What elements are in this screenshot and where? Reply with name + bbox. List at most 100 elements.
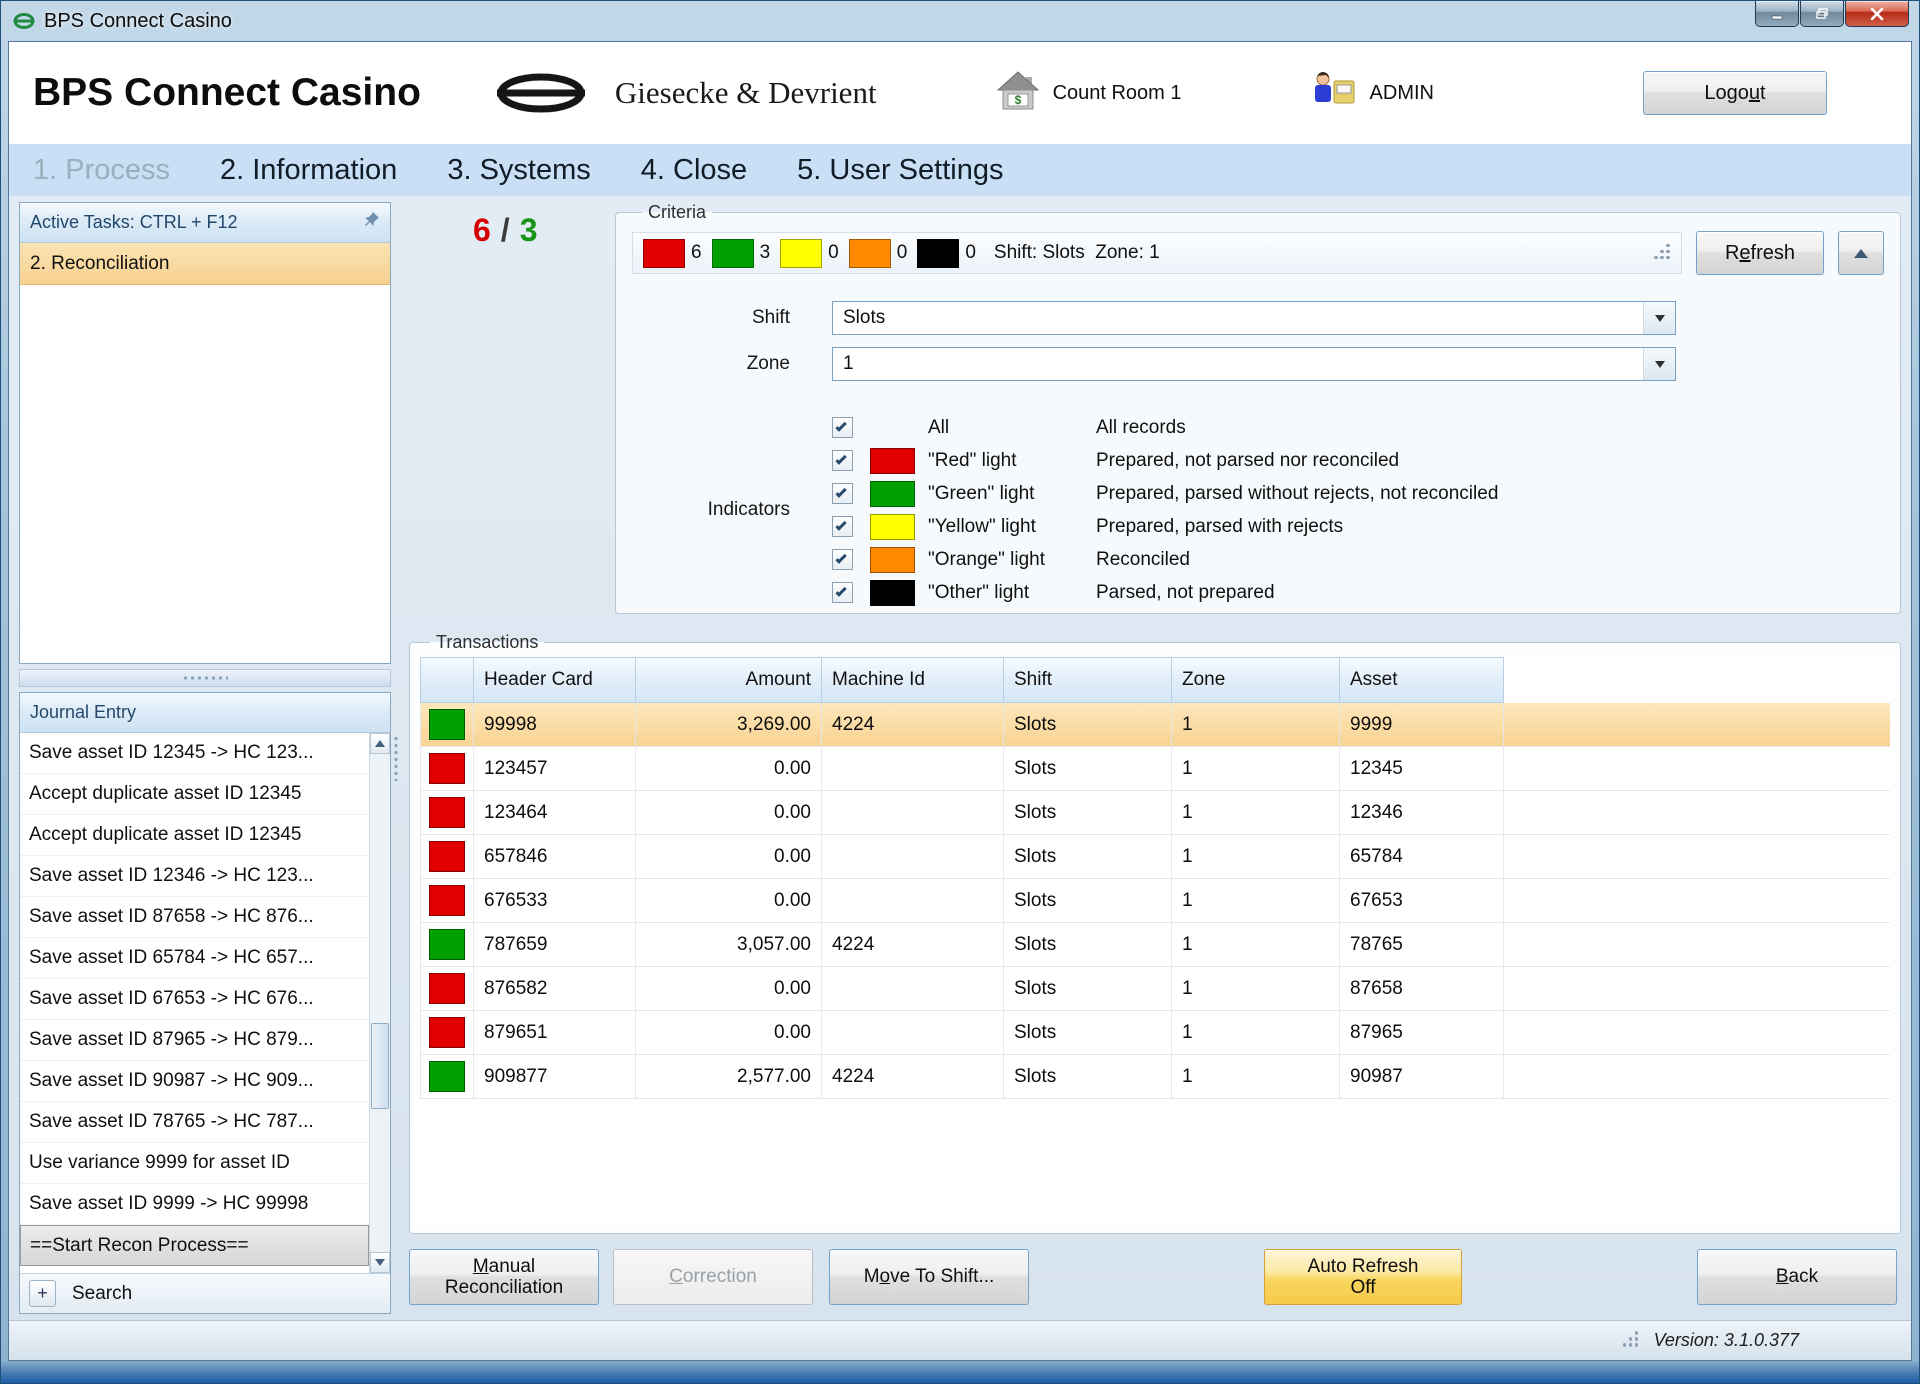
move-to-shift-button[interactable]: Move To Shift...	[829, 1249, 1029, 1305]
cell-shift: Slots	[1004, 835, 1172, 878]
cell-machine-id	[822, 791, 1004, 834]
orange-light-chip	[870, 547, 915, 573]
status-summary-bar: 6 3 0 0 0 Shift: Slots Zone: 1	[632, 232, 1682, 274]
zone-select[interactable]: 1	[832, 347, 1676, 381]
indicator-name: "Red" light	[928, 450, 1096, 472]
transaction-row[interactable]: 123464 0.00 Slots 1 12346	[420, 791, 1890, 835]
col-header-card[interactable]: Header Card	[474, 657, 636, 703]
cell-asset: 87965	[1340, 1011, 1504, 1054]
journal-list: Save asset ID 12345 -> HC 123... Accept …	[20, 733, 390, 1273]
col-light[interactable]	[420, 657, 474, 703]
nav-item-close[interactable]: 4. Close	[641, 154, 747, 187]
active-tasks-list[interactable]	[20, 285, 390, 663]
col-asset[interactable]: Asset	[1340, 657, 1504, 703]
journal-entry-item-selected[interactable]: ==Start Recon Process==	[20, 1225, 369, 1266]
transaction-row-selected[interactable]: 99998 3,269.00 4224 Slots 1 9999	[420, 703, 1890, 747]
transaction-row[interactable]: 909877 2,577.00 4224 Slots 1 90987	[420, 1055, 1890, 1099]
green-light-checkbox[interactable]	[832, 483, 853, 504]
journal-entry-item[interactable]: Save asset ID 87658 -> HC 876...	[20, 897, 369, 938]
search-label[interactable]: Search	[72, 1283, 132, 1305]
orange-light-checkbox[interactable]	[832, 549, 853, 570]
indicator-description: Prepared, parsed without rejects, not re…	[1096, 483, 1498, 505]
journal-entry-item[interactable]: Save asset ID 12346 -> HC 123...	[20, 856, 369, 897]
journal-entry-item[interactable]: Use variance 9999 for asset ID	[20, 1143, 369, 1184]
nav-item-systems[interactable]: 3. Systems	[447, 154, 590, 187]
journal-expand-button[interactable]: +	[29, 1280, 56, 1307]
journal-entry-item[interactable]: Save asset ID 12345 -> HC 123...	[20, 733, 369, 774]
journal-entry-item[interactable]: Accept duplicate asset ID 12345	[20, 815, 369, 856]
restore-button[interactable]	[1800, 1, 1844, 27]
check-icon	[835, 486, 846, 497]
transaction-row[interactable]: 879651 0.00 Slots 1 87965	[420, 1011, 1890, 1055]
journal-scrollbar[interactable]	[369, 733, 390, 1273]
transaction-row[interactable]: 787659 3,057.00 4224 Slots 1 78765	[420, 923, 1890, 967]
red-light-checkbox[interactable]	[832, 450, 853, 471]
indicator-name: "Orange" light	[928, 549, 1096, 571]
auto-refresh-button[interactable]: Auto Refresh Off	[1264, 1249, 1462, 1305]
nav-item-process[interactable]: 1. Process	[33, 154, 170, 187]
journal-entry-item[interactable]: Save asset ID 87965 -> HC 879...	[20, 1020, 369, 1061]
green-light-chip	[870, 481, 915, 507]
cell-asset: 90987	[1340, 1055, 1504, 1098]
col-amount[interactable]: Amount	[636, 657, 822, 703]
journal-entry-item[interactable]: Save asset ID 9999 -> HC 99998	[20, 1184, 369, 1225]
scrollbar-thumb[interactable]	[371, 1023, 389, 1109]
journal-entry-item[interactable]: Save asset ID 65784 -> HC 657...	[20, 938, 369, 979]
journal-entry-item[interactable]: Save asset ID 90987 -> HC 909...	[20, 1061, 369, 1102]
transaction-row[interactable]: 876582 0.00 Slots 1 87658	[420, 967, 1890, 1011]
logout-button[interactable]: Logout	[1643, 71, 1827, 115]
journal-header: Journal Entry	[20, 693, 390, 733]
task-item-reconciliation[interactable]: 2. Reconciliation	[20, 243, 390, 285]
cell-zone: 1	[1172, 879, 1340, 922]
record-counts: 6 / 3	[409, 202, 615, 249]
arrow-up-icon	[375, 740, 385, 747]
transaction-row[interactable]: 123457 0.00 Slots 1 12345	[420, 747, 1890, 791]
nav-item-information[interactable]: 2. Information	[220, 154, 397, 187]
arrow-down-icon	[375, 1259, 385, 1266]
col-zone[interactable]: Zone	[1172, 657, 1340, 703]
correction-button[interactable]: Correction	[613, 1249, 813, 1305]
other-light-chip	[870, 580, 915, 606]
yellow-light-checkbox[interactable]	[832, 516, 853, 537]
sidebar-splitter[interactable]	[391, 202, 401, 1314]
journal-entry-item[interactable]: Accept duplicate asset ID 12345	[20, 774, 369, 815]
red-light-chip	[870, 448, 915, 474]
nav-item-user-settings[interactable]: 5. User Settings	[797, 154, 1003, 187]
scroll-up-button[interactable]	[370, 733, 390, 754]
shift-select[interactable]: Slots	[832, 301, 1676, 335]
cell-header-card: 657846	[474, 835, 636, 878]
col-shift[interactable]: Shift	[1004, 657, 1172, 703]
scroll-down-button[interactable]	[370, 1252, 390, 1273]
transaction-row[interactable]: 676533 0.00 Slots 1 67653	[420, 879, 1890, 923]
close-button[interactable]	[1845, 1, 1909, 27]
panel-splitter[interactable]	[19, 669, 391, 687]
resize-grip-icon[interactable]	[1622, 1332, 1640, 1350]
check-icon	[835, 453, 846, 464]
cell-asset: 67653	[1340, 879, 1504, 922]
journal-entry-item[interactable]: Save asset ID 67653 -> HC 676...	[20, 979, 369, 1020]
cell-light	[420, 703, 474, 746]
no-chip	[870, 415, 915, 441]
yellow-light-count: 0	[828, 242, 839, 264]
transaction-row[interactable]: 657846 0.00 Slots 1 65784	[420, 835, 1890, 879]
other-light-checkbox[interactable]	[832, 582, 853, 603]
all-checkbox[interactable]	[832, 417, 853, 438]
col-machine-id[interactable]: Machine Id	[822, 657, 1004, 703]
manual-reconciliation-button[interactable]: Manual Reconciliation	[409, 1249, 599, 1305]
pin-icon[interactable]	[362, 211, 380, 234]
summary-context-label: Shift: Slots Zone: 1	[994, 242, 1160, 264]
cell-zone: 1	[1172, 703, 1340, 746]
check-icon	[835, 585, 846, 596]
journal-entry-item[interactable]: Save asset ID 78765 -> HC 787...	[20, 1102, 369, 1143]
back-button[interactable]: Back	[1697, 1249, 1897, 1305]
cell-shift: Slots	[1004, 923, 1172, 966]
refresh-button[interactable]: Refresh	[1696, 231, 1824, 275]
check-icon	[835, 519, 846, 530]
cell-shift: Slots	[1004, 747, 1172, 790]
collapse-arrow-icon	[1854, 249, 1868, 258]
minimize-button[interactable]	[1755, 1, 1799, 27]
scrollbar-track[interactable]	[370, 754, 390, 1252]
collapse-criteria-button[interactable]	[1838, 231, 1884, 275]
titlebar[interactable]: BPS Connect Casino	[1, 1, 1919, 41]
indicator-name: All	[928, 417, 1096, 439]
